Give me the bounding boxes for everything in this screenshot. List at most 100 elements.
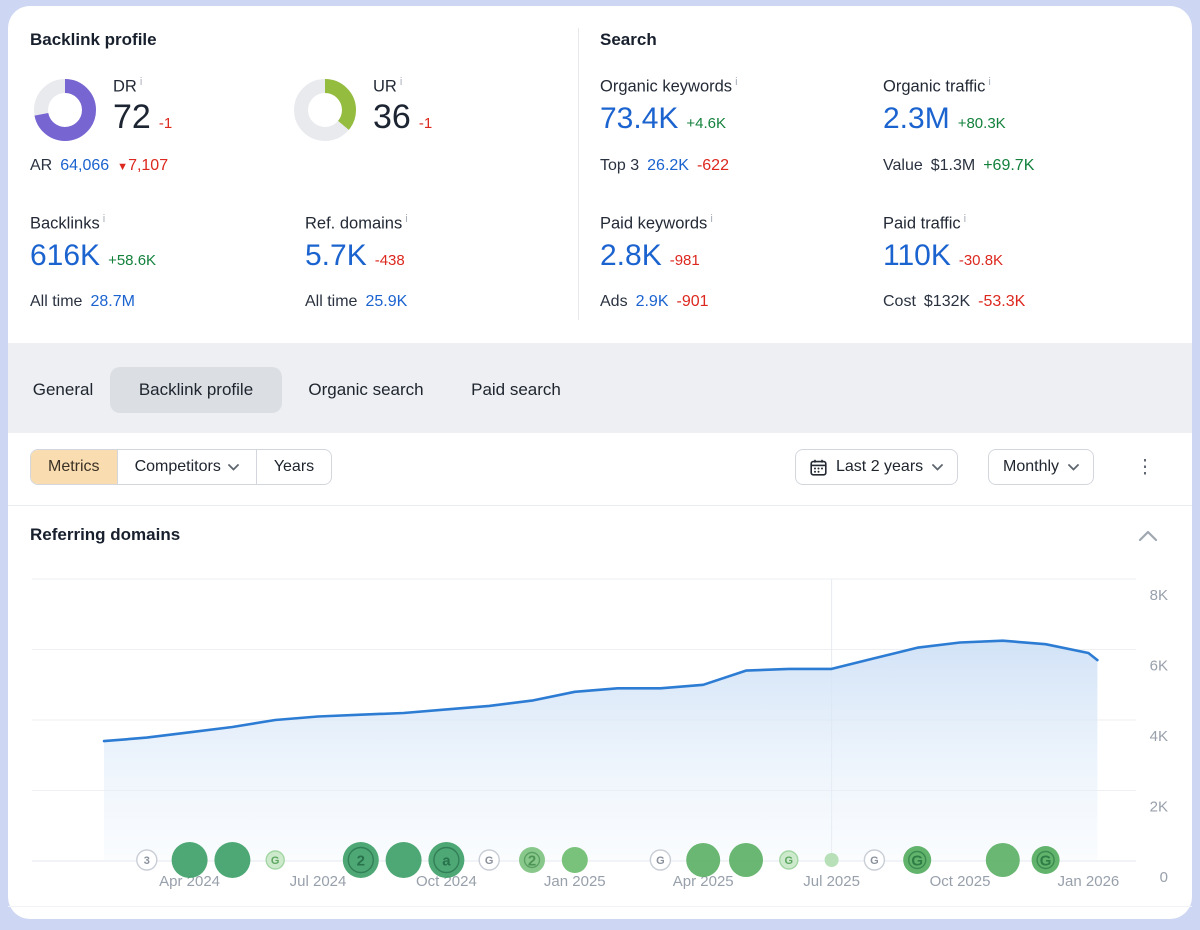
google-update-marker[interactable]: G [266, 851, 284, 869]
ads-label: Ads [600, 293, 628, 311]
y-axis-label: 2K [1150, 799, 1168, 816]
ar-row: AR 64,066 ▼7,107 [30, 157, 168, 175]
top3-value[interactable]: 26.2K [647, 157, 689, 175]
section-divider [578, 28, 579, 320]
svg-text:G: G [485, 855, 494, 867]
google-update-marker[interactable]: G [479, 850, 499, 870]
cost-label: Cost [883, 293, 916, 311]
backlinks-info-icon[interactable]: i [103, 213, 105, 225]
x-axis-label: Jul 2025 [803, 873, 860, 890]
tab-paid-search[interactable]: Paid search [460, 367, 572, 413]
ref-domains-info-icon[interactable]: i [405, 213, 407, 225]
traffic-value-row: Value $1.3M +69.7K [883, 157, 1034, 175]
more-options-button[interactable]: ⋮ [1133, 449, 1157, 485]
backlinks-alltime-row: All time 28.7M [30, 293, 135, 311]
google-update-marker[interactable] [172, 842, 208, 878]
date-range-label: Last 2 years [836, 458, 923, 476]
organic-traffic-label: Organic traffici [883, 76, 991, 97]
google-update-marker[interactable] [214, 842, 250, 878]
svg-text:a: a [442, 852, 451, 869]
top3-row: Top 3 26.2K -622 [600, 157, 729, 175]
svg-text:G: G [785, 855, 794, 867]
tab-general[interactable]: General [28, 367, 98, 413]
granularity-label: Monthly [1003, 458, 1059, 476]
x-axis-label: Jul 2024 [290, 873, 347, 890]
google-update-marker[interactable] [986, 843, 1020, 877]
svg-text:3: 3 [144, 855, 150, 867]
years-segment[interactable]: Years [256, 450, 331, 484]
ref-domains-value[interactable]: 5.7K [305, 239, 367, 273]
top3-delta: -622 [697, 157, 729, 175]
google-update-marker[interactable]: a [428, 842, 464, 878]
competitors-segment[interactable]: Competitors [117, 450, 256, 484]
paid-keywords-delta: -981 [670, 252, 700, 269]
ur-value: 36 [373, 98, 411, 137]
svg-text:G: G [656, 855, 665, 867]
paid-traffic-value-row: 110K -30.8K [883, 239, 1003, 273]
paid-traffic-info-icon[interactable]: i [964, 213, 966, 225]
paid-keywords-value-row: 2.8K -981 [600, 239, 700, 273]
cost-value: $132K [924, 293, 970, 311]
svg-text:G: G [1040, 852, 1052, 869]
organic-traffic-value[interactable]: 2.3M [883, 102, 950, 136]
x-axis-label: Jan 2025 [544, 873, 606, 890]
ur-info-icon[interactable]: i [400, 76, 402, 88]
collapse-chevron-up-icon[interactable] [1138, 530, 1158, 542]
google-update-marker[interactable] [386, 842, 422, 878]
dr-value: 72 [113, 98, 151, 137]
google-update-marker[interactable]: G [780, 851, 798, 869]
google-update-marker[interactable] [729, 843, 763, 877]
paid-keywords-info-icon[interactable]: i [710, 213, 712, 225]
ar-value[interactable]: 64,066 [60, 157, 109, 175]
chevron-down-icon [932, 464, 943, 471]
organic-traffic-delta: +80.3K [958, 115, 1006, 132]
dr-info-icon[interactable]: i [140, 76, 142, 88]
date-range-button[interactable]: Last 2 years [795, 449, 958, 485]
y-axis-label: 6K [1150, 658, 1168, 675]
google-update-marker[interactable] [686, 843, 720, 877]
google-update-marker[interactable]: G [650, 850, 670, 870]
google-update-marker[interactable]: 2 [343, 842, 379, 878]
backlinks-value-row: 616K +58.6K [30, 239, 156, 273]
backlinks-alltime-label: All time [30, 293, 82, 311]
organic-keywords-info-icon[interactable]: i [735, 76, 737, 88]
traffic-value-amount: $1.3M [931, 157, 975, 175]
google-update-marker[interactable] [825, 853, 839, 867]
organic-keywords-value[interactable]: 73.4K [600, 102, 678, 136]
google-update-marker[interactable] [562, 847, 588, 873]
ads-delta: -901 [677, 293, 709, 311]
down-triangle-icon: ▼ [117, 161, 128, 173]
granularity-button[interactable]: Monthly [988, 449, 1094, 485]
ref-domains-label: Ref. domainsi [305, 213, 408, 234]
metrics-segment[interactable]: Metrics [31, 450, 117, 484]
backlinks-alltime-value[interactable]: 28.7M [90, 293, 134, 311]
dr-donut-chart [32, 77, 98, 143]
area-fill [104, 641, 1097, 861]
backlinks-value[interactable]: 616K [30, 239, 100, 273]
paid-keywords-value[interactable]: 2.8K [600, 239, 662, 273]
google-update-marker[interactable]: G [1032, 846, 1060, 874]
y-axis-label: 8K [1150, 587, 1168, 604]
backlink-profile-section-title: Backlink profile [30, 30, 157, 50]
cost-delta: -53.3K [978, 293, 1025, 311]
tab-organic-search[interactable]: Organic search [296, 367, 436, 413]
google-update-marker[interactable]: G [864, 850, 884, 870]
svg-text:2: 2 [357, 852, 365, 869]
ref-domains-alltime-value[interactable]: 25.9K [365, 293, 407, 311]
dr-value-row: 72 -1 [113, 98, 172, 137]
paid-traffic-delta: -30.8K [959, 252, 1003, 269]
google-update-marker[interactable]: 3 [137, 850, 157, 870]
traffic-value-label: Value [883, 157, 923, 175]
svg-text:G: G [870, 855, 879, 867]
paid-traffic-value[interactable]: 110K [883, 239, 951, 273]
tab-backlink-profile[interactable]: Backlink profile [110, 367, 282, 413]
ads-value[interactable]: 2.9K [636, 293, 669, 311]
view-segmented-control: Metrics Competitors Years [30, 449, 332, 485]
google-update-marker[interactable]: G [903, 846, 931, 874]
ref-domains-alltime-label: All time [305, 293, 357, 311]
ur-label: URi [373, 76, 402, 97]
organic-traffic-info-icon[interactable]: i [988, 76, 990, 88]
google-update-marker[interactable]: 2 [519, 847, 545, 873]
svg-text:2: 2 [528, 852, 536, 869]
chevron-down-icon [228, 464, 239, 471]
